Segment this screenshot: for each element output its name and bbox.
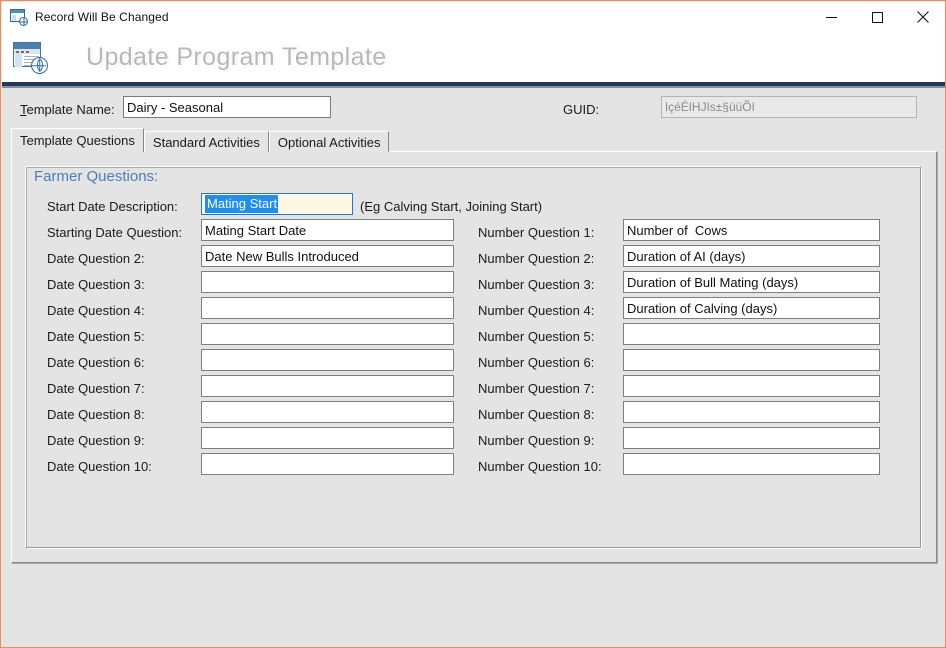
date-question-input-9[interactable] bbox=[201, 427, 454, 449]
date-row-label: Date Question 8: bbox=[47, 407, 145, 422]
date-question-input-6[interactable] bbox=[201, 349, 454, 371]
number-row-label: Number Question 6: bbox=[478, 355, 595, 370]
number-question-input-10[interactable] bbox=[623, 453, 880, 475]
date-question-input-4[interactable] bbox=[201, 297, 454, 319]
guid-label: GUID: bbox=[563, 102, 600, 117]
tab-standard-activities[interactable]: Standard Activities bbox=[143, 131, 269, 152]
tab-label: Template Questions bbox=[20, 133, 135, 148]
number-row-label: Number Question 3: bbox=[478, 277, 595, 292]
number-row-label: Number Question 7: bbox=[478, 381, 595, 396]
date-row-label: Date Question 6: bbox=[47, 355, 145, 370]
date-question-input-1[interactable] bbox=[201, 219, 454, 241]
date-question-input-7[interactable] bbox=[201, 375, 454, 397]
tab-strip: Template Questions Standard Activities O… bbox=[11, 128, 390, 152]
program-template-icon bbox=[12, 40, 48, 74]
number-question-input-8[interactable] bbox=[623, 401, 880, 423]
number-question-input-6[interactable] bbox=[623, 349, 880, 371]
date-row-label: Date Question 7: bbox=[47, 381, 145, 396]
tab-optional-activities[interactable]: Optional Activities bbox=[268, 131, 390, 152]
date-question-input-10[interactable] bbox=[201, 453, 454, 475]
start-date-hint: (Eg Calving Start, Joining Start) bbox=[360, 199, 543, 214]
date-row-label: Date Question 3: bbox=[47, 277, 145, 292]
number-row-label: Number Question 2: bbox=[478, 251, 595, 266]
number-question-input-3[interactable] bbox=[623, 271, 880, 293]
tab-template-questions[interactable]: Template Questions bbox=[11, 128, 144, 152]
tab-panel-template-questions: Farmer Questions: Start Date Description… bbox=[11, 151, 937, 563]
number-question-input-2[interactable] bbox=[623, 245, 880, 267]
number-question-input-7[interactable] bbox=[623, 375, 880, 397]
maximize-icon[interactable] bbox=[854, 2, 900, 32]
date-question-input-2[interactable] bbox=[201, 245, 454, 267]
tab-label: Standard Activities bbox=[152, 134, 260, 150]
guid-input bbox=[661, 96, 917, 118]
date-row-label: Date Question 9: bbox=[47, 433, 145, 448]
number-row-label: Number Question 10: bbox=[478, 459, 602, 474]
close-icon[interactable] bbox=[900, 2, 945, 32]
page-title: Update Program Template bbox=[86, 42, 387, 71]
date-question-input-5[interactable] bbox=[201, 323, 454, 345]
number-question-input-4[interactable] bbox=[623, 297, 880, 319]
header-band: Update Program Template bbox=[2, 32, 945, 82]
start-date-description-input[interactable]: Mating Start bbox=[201, 193, 353, 215]
number-question-input-1[interactable] bbox=[623, 219, 880, 241]
dialog-window: Record Will Be Changed Update Program Te… bbox=[0, 0, 946, 648]
date-row-label: Starting Date Question: bbox=[47, 225, 183, 240]
minimize-icon[interactable] bbox=[808, 2, 854, 32]
selected-text: Mating Start bbox=[205, 195, 279, 213]
date-question-input-8[interactable] bbox=[201, 401, 454, 423]
date-row-label: Date Question 5: bbox=[47, 329, 145, 344]
window-controls bbox=[808, 2, 945, 32]
template-name-label: Template Name: bbox=[20, 102, 115, 117]
number-question-input-5[interactable] bbox=[623, 323, 880, 345]
template-name-input[interactable] bbox=[123, 96, 331, 118]
number-row-label: Number Question 5: bbox=[478, 329, 595, 344]
number-question-input-9[interactable] bbox=[623, 427, 880, 449]
number-row-label: Number Question 9: bbox=[478, 433, 595, 448]
date-question-input-3[interactable] bbox=[201, 271, 454, 293]
farmer-questions-title: Farmer Questions: bbox=[34, 168, 159, 185]
date-row-label: Date Question 4: bbox=[47, 303, 145, 318]
number-row-label: Number Question 1: bbox=[478, 225, 595, 240]
title-bar: Record Will Be Changed bbox=[2, 2, 945, 32]
date-row-label: Date Question 2: bbox=[47, 251, 145, 266]
window-globe-icon bbox=[10, 8, 28, 26]
tab-label: Optional Activities bbox=[277, 134, 381, 150]
window-title: Record Will Be Changed bbox=[35, 10, 169, 24]
number-row-label: Number Question 8: bbox=[478, 407, 595, 422]
start-date-description-label: Start Date Description: bbox=[47, 199, 178, 214]
dialog-body: Template Name: GUID: Template Questions … bbox=[2, 88, 945, 647]
date-row-label: Date Question 10: bbox=[47, 459, 152, 474]
number-row-label: Number Question 4: bbox=[478, 303, 595, 318]
